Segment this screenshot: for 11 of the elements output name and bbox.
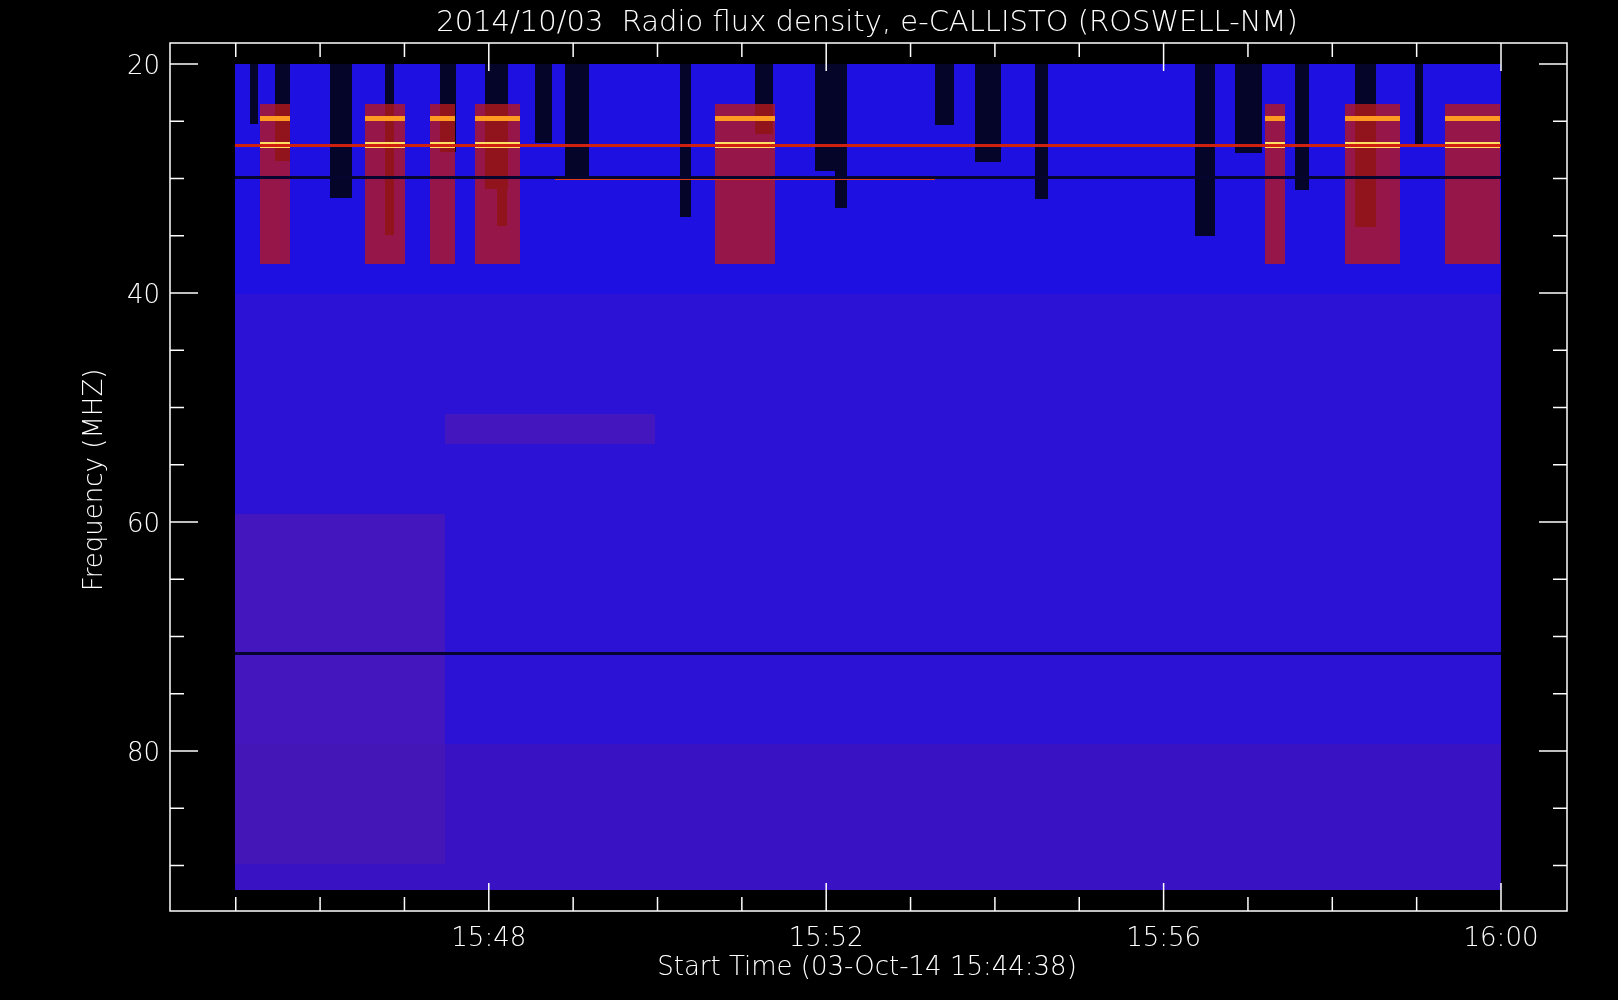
- chart-title: 2014/10/03 Radio flux density, e-CALLISTO (ROSWELL-NM): [436, 4, 1298, 38]
- x-axis-label: Start Time (03-Oct-14 15:44:38): [657, 951, 1077, 981]
- y-tick-label: 20: [126, 50, 160, 80]
- y-tick-label: 80: [126, 737, 160, 767]
- x-tick-label: 15:56: [1126, 922, 1202, 952]
- x-tick-label: 16:00: [1463, 922, 1539, 952]
- y-tick-label: 40: [126, 279, 160, 309]
- y-tick-label: 60: [126, 508, 160, 538]
- x-tick-label: 15:48: [451, 922, 527, 952]
- x-tick-label: 15:52: [788, 922, 864, 952]
- y-axis-label: Frequency (MHZ): [78, 368, 108, 592]
